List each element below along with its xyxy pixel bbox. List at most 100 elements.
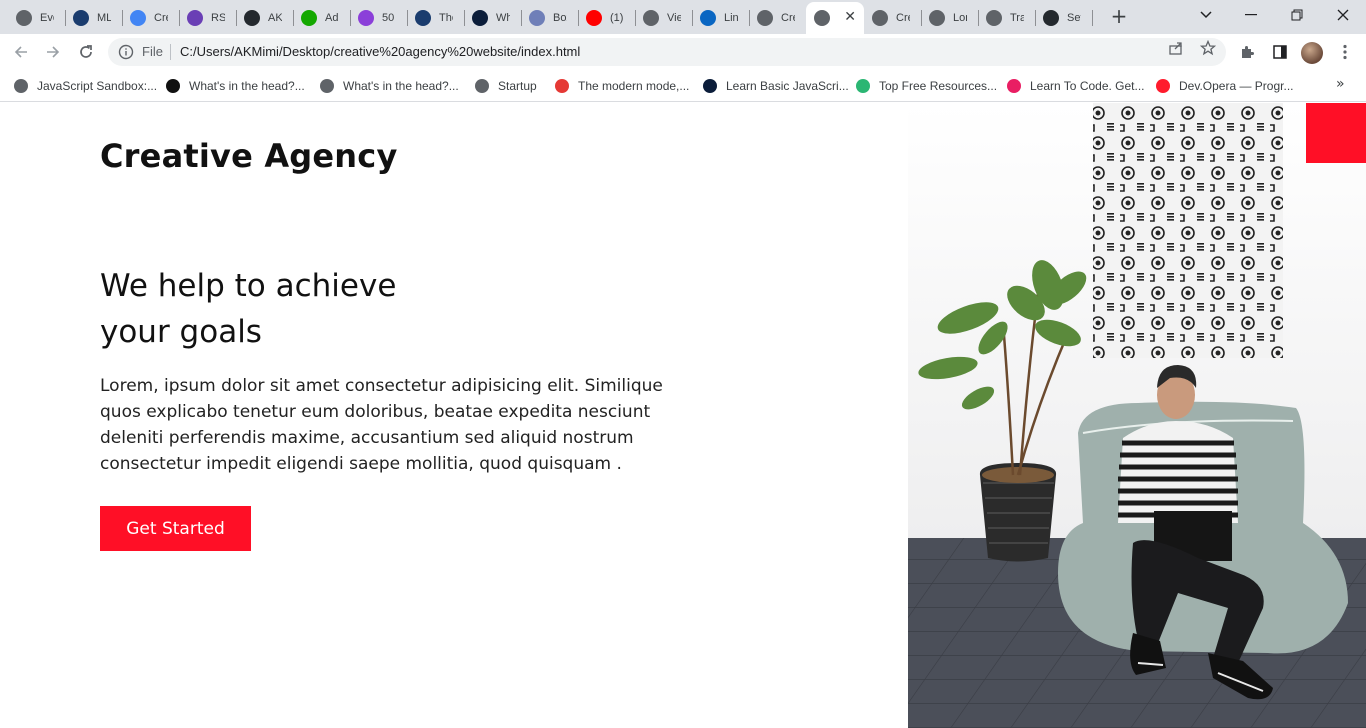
bookmark-label: Dev.Opera — Progr... [1179,79,1294,93]
tab[interactable]: (1) [578,4,635,32]
minimize-button[interactable] [1228,0,1274,30]
tab[interactable]: The [407,4,464,32]
tab[interactable]: Eve [8,4,65,32]
tab[interactable]: Cre [864,4,921,32]
tab[interactable]: Lor [921,4,978,32]
tab-separator [1092,10,1093,26]
close-icon [1337,9,1349,21]
bookmark-label: The modern mode,... [578,79,690,93]
shield-icon [73,10,89,26]
tab[interactable]: Set [1035,4,1092,32]
hero-image [908,103,1366,728]
triangle-logo-icon [472,10,488,26]
globe-icon [814,10,830,26]
bookmarks-bar: » JavaScript Sandbox:... What's in the he… [0,70,1366,102]
tab-title: The [439,12,453,24]
bookmark-label: What's in the head?... [343,79,459,93]
google-g-icon [130,10,146,26]
restore-button[interactable] [1274,0,1320,30]
tab-title: RS\ [211,12,225,24]
tab[interactable]: Cre [749,4,806,32]
web-page: Creative Agency We help to achieve your … [0,103,1366,728]
scheme-label: File [142,44,163,59]
layers-icon [856,79,870,93]
bookmark-item[interactable]: Learn Basic JavaScri... [703,77,849,95]
menu-button[interactable] [1335,42,1355,62]
bookmark-item[interactable]: The modern mode,... [555,77,689,95]
bookmark-item[interactable]: Learn To Code. Get... [1007,77,1145,95]
tab[interactable]: Box [521,4,578,32]
bookmark-item[interactable]: Top Free Resources... [856,77,997,95]
arrow-left-icon [14,46,27,58]
bookmark-label: What's in the head?... [189,79,305,93]
tower-icon [555,79,569,93]
extensions-button[interactable] [1237,42,1257,62]
broadcast-icon [643,10,659,26]
bookmarks-overflow-button[interactable]: » [1336,76,1345,92]
reload-icon [80,45,92,58]
profile-avatar[interactable] [1301,42,1323,64]
tab-strip: + Eve ML Cre RS\ AKI Ad 50 The Wh Box (1) Vie Lin Cre… [0,0,1366,34]
forward-button[interactable] [41,40,65,64]
tab-title: Tra [1010,12,1024,24]
browser-toolbar: File C:/Users/AKMimi/Desktop/creative%20… [0,34,1366,70]
restore-icon [1291,9,1303,21]
bookmark-item[interactable]: What's in the head?... [166,77,305,95]
bookmark-item[interactable]: Dev.Opera — Progr... [1156,77,1294,95]
star-icon[interactable] [1200,40,1216,56]
upwork-icon [301,10,317,26]
tab[interactable]: AKI [236,4,293,32]
tab[interactable]: Tra [978,4,1035,32]
tab[interactable]: ML [65,4,122,32]
bookmark-label: JavaScript Sandbox:... [37,79,158,93]
kebab-menu-icon [1343,44,1347,60]
url-text[interactable]: C:/Users/AKMimi/Desktop/creative%20agenc… [180,44,580,59]
tab-active[interactable]: ✕ [806,2,864,34]
globe-icon [14,79,28,93]
tab-title: AKI [268,12,282,24]
globe-icon [929,10,945,26]
site-logo[interactable]: Creative Agency [100,137,398,175]
headline-line-1: We help to achieve [100,268,397,304]
headline-line-2: your goals [100,314,262,350]
tab-title: ML [97,12,111,24]
info-icon[interactable] [118,44,134,60]
tab-title: Eve [40,12,54,24]
new-tab-button[interactable]: + [1108,5,1130,27]
globe-grid-icon [16,10,32,26]
tab[interactable]: Cre [122,4,179,32]
tab[interactable]: 50 [350,4,407,32]
chevron-down-icon [1200,11,1212,19]
github-icon [1043,10,1059,26]
share-icon[interactable] [1168,40,1184,56]
get-started-button[interactable]: Get Started [100,506,251,551]
bookmark-label: Learn To Code. Get... [1030,79,1145,93]
bookmark-label: Learn Basic JavaScri... [726,79,849,93]
tab-title: Cre [154,12,168,24]
side-panel-button[interactable] [1270,42,1290,62]
bookmark-item[interactable]: JavaScript Sandbox:... [14,77,157,95]
triangle-logo-icon [703,79,717,93]
globe-icon [986,10,1002,26]
bookmark-item[interactable]: What's in the head?... [320,77,459,95]
address-bar[interactable]: File C:/Users/AKMimi/Desktop/creative%20… [108,38,1226,66]
tab-title: (1) [610,12,624,24]
reload-button[interactable] [74,40,98,64]
tab[interactable]: RS\ [179,4,236,32]
bookmark-item[interactable]: Startup [475,77,537,95]
layers-icon [1007,79,1021,93]
tab-title: Lor [953,12,967,24]
close-window-button[interactable] [1320,0,1366,30]
tab-search-button[interactable] [1183,0,1229,30]
tab[interactable]: Lin [692,4,749,32]
tab[interactable]: Vie [635,4,692,32]
back-button[interactable] [9,40,33,64]
tab[interactable]: Wh [464,4,521,32]
opera-icon [1156,79,1170,93]
tab[interactable]: Ad [293,4,350,32]
globe-icon [475,79,489,93]
tab-close-icon[interactable]: ✕ [844,9,856,25]
youtube-icon [586,10,602,26]
tab-title: Vie [667,12,681,24]
tab-title: Lin [724,12,738,24]
